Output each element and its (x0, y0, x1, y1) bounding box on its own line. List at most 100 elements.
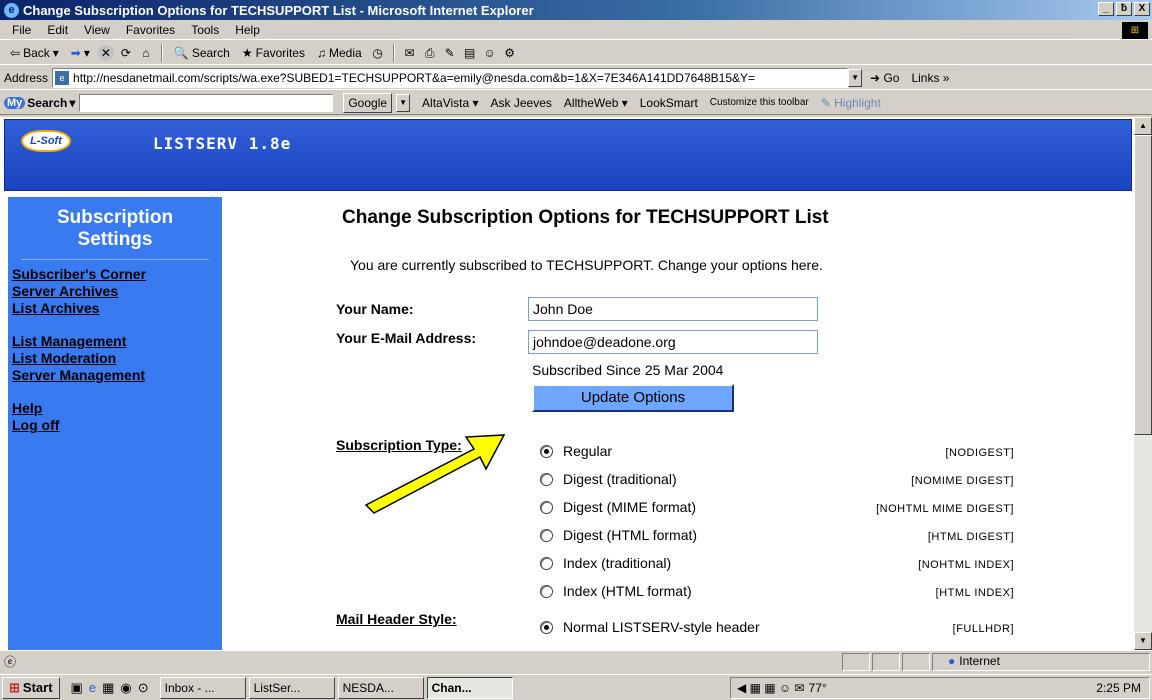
code-index-html: [HTML INDEX] (935, 587, 1014, 599)
sidebar-link-logoff[interactable]: Log off (12, 417, 222, 434)
task-inbox[interactable]: Inbox - ... (159, 676, 246, 699)
altavista-link[interactable]: AltaVista ▾ (422, 96, 479, 110)
subscribed-since: Subscribed Since 25 Mar 2004 (532, 362, 724, 378)
radio-regular[interactable] (540, 444, 553, 458)
looksmart-link[interactable]: LookSmart (640, 96, 698, 110)
sidebar-link-server-management[interactable]: Server Management (12, 367, 222, 384)
radio-digest-traditional[interactable] (540, 472, 553, 486)
history-icon[interactable]: ◷ (370, 45, 386, 61)
print-icon[interactable]: ⎙ (422, 45, 438, 61)
product-name: LISTSERV 1.8e (153, 134, 292, 153)
task-listserv[interactable]: ListSer... (248, 676, 335, 699)
menu-file[interactable]: File (4, 23, 39, 37)
radio-index-traditional[interactable] (540, 556, 553, 570)
google-dropdown[interactable]: ▼ (396, 93, 411, 112)
my-search-button[interactable]: My Search ▾ (4, 96, 75, 110)
back-button[interactable]: ⇦ Back ▾ (6, 46, 63, 60)
favorites-icon: ★ (241, 45, 253, 60)
vertical-scrollbar[interactable]: ▲ ▼ (1134, 117, 1152, 650)
code-digest-traditional: [NOMIME DIGEST] (911, 475, 1014, 487)
radio-digest-mime[interactable] (540, 500, 553, 514)
search-toolbar-input[interactable] (79, 93, 334, 112)
player-icon[interactable]: ⊙ (138, 680, 149, 696)
window-title: Change Subscription Options for TECHSUPP… (23, 2, 534, 18)
go-button[interactable]: ➜ Go (870, 71, 899, 85)
lsoft-logo[interactable]: L-Soft (21, 130, 71, 152)
customize-toolbar-button[interactable]: Customize this toolbar (710, 97, 809, 108)
google-button[interactable]: Google (343, 92, 393, 113)
favorites-button[interactable]: ★ Favorites (238, 46, 309, 60)
start-button[interactable]: ⊞ Start (2, 676, 60, 699)
outlook-icon[interactable]: ▦ (102, 680, 114, 696)
menu-favorites[interactable]: Favorites (118, 23, 183, 37)
stop-icon[interactable]: ✕ (97, 44, 114, 61)
ie-launch-icon[interactable]: e (89, 680, 96, 696)
mail-header-style-label: Mail Header Style: (336, 611, 457, 627)
messenger-icon[interactable]: ☺ (482, 45, 498, 61)
sidebar-link-list-management[interactable]: List Management (12, 333, 222, 350)
menu-bar: File Edit View Favorites Tools Help (0, 20, 1152, 40)
page-icon: e (55, 70, 70, 85)
sidebar-link-subscribers-corner[interactable]: Subscriber's Corner (12, 266, 222, 283)
option-digest-html[interactable]: Digest (HTML format) (540, 527, 697, 543)
search-icon: 🔍 (173, 45, 189, 60)
scroll-thumb[interactable] (1134, 135, 1152, 435)
radio-index-html[interactable] (540, 584, 553, 598)
code-index-traditional: [NOHTML INDEX] (918, 559, 1014, 571)
page-status-icon: ⓔ (4, 655, 17, 669)
option-index-html[interactable]: Index (HTML format) (540, 583, 692, 599)
address-input[interactable]: e http://nesdanetmail.com/scripts/wa.exe… (52, 67, 849, 88)
sidebar-link-server-archives[interactable]: Server Archives (12, 283, 222, 300)
option-digest-traditional[interactable]: Digest (traditional) (540, 471, 677, 487)
page-title: Change Subscription Options for TECHSUPP… (342, 207, 829, 228)
media-launch-icon[interactable]: ◉ (120, 680, 131, 696)
radio-full-header[interactable] (540, 620, 553, 634)
sidebar: Subscription Settings Subscriber's Corne… (8, 197, 222, 650)
desktop-icon[interactable]: ▣ (71, 680, 83, 696)
alltheweb-link[interactable]: AlltheWeb ▾ (564, 96, 628, 110)
menu-tools[interactable]: Tools (183, 23, 227, 37)
edit-icon[interactable]: ✎ (442, 45, 458, 61)
update-options-button[interactable]: Update Options (532, 384, 734, 412)
intro-text: You are currently subscribed to TECHSUPP… (350, 257, 823, 273)
menu-view[interactable]: View (76, 23, 118, 37)
maximize-button[interactable]: ƀ (1116, 2, 1132, 16)
windows-logo-icon: ⊞ (1122, 22, 1148, 39)
code-digest-mime: [NOHTML MIME DIGEST] (876, 503, 1014, 515)
forward-button[interactable]: ➡ ▾ (67, 46, 94, 60)
media-button[interactable]: ♫ Media (313, 46, 366, 60)
menu-help[interactable]: Help (227, 23, 268, 37)
tray-icons[interactable]: ◀ ▦ ▦ ☺ ✉ (737, 681, 805, 695)
scroll-down-button[interactable]: ▼ (1134, 632, 1152, 650)
refresh-icon[interactable]: ⟳ (118, 45, 134, 61)
minimize-button[interactable]: _ (1098, 2, 1114, 16)
option-full-header[interactable]: Normal LISTSERV-style header (540, 619, 760, 635)
pointer-arrow (364, 434, 506, 514)
email-field[interactable]: johndoe@deadone.org (528, 330, 818, 354)
listserv-banner: L-Soft LISTSERV 1.8e (0, 117, 1134, 193)
discuss-icon[interactable]: ▤ (462, 45, 478, 61)
mail-icon[interactable]: ✉ (402, 45, 418, 61)
search-button[interactable]: 🔍 Search (170, 46, 234, 60)
home-icon[interactable]: ⌂ (138, 45, 154, 61)
task-nesda[interactable]: NESDA... (337, 676, 424, 699)
radio-digest-html[interactable] (540, 528, 553, 542)
menu-edit[interactable]: Edit (39, 23, 76, 37)
sidebar-link-list-archives[interactable]: List Archives (12, 300, 222, 317)
sidebar-title: Subscription Settings (56, 207, 174, 250)
highlight-button[interactable]: ✎ Highlight (821, 96, 881, 110)
option-index-traditional[interactable]: Index (traditional) (540, 555, 671, 571)
option-regular[interactable]: Regular (540, 443, 612, 459)
sidebar-link-help[interactable]: Help (12, 400, 222, 417)
research-icon[interactable]: ⚙ (502, 45, 518, 61)
links-button[interactable]: Links » (911, 71, 949, 85)
scroll-up-button[interactable]: ▲ (1134, 117, 1152, 135)
name-field[interactable]: John Doe (528, 297, 818, 321)
task-change-subscription[interactable]: Chan... (426, 676, 513, 699)
address-dropdown-button[interactable]: ▼ (848, 68, 863, 87)
search-toolbar: My Search ▾ Google ▼ AltaVista ▾ Ask Jeev… (0, 91, 1152, 115)
sidebar-link-list-moderation[interactable]: List Moderation (12, 350, 222, 367)
option-digest-mime[interactable]: Digest (MIME format) (540, 499, 696, 515)
close-button[interactable]: X (1134, 2, 1150, 16)
askjeeves-link[interactable]: Ask Jeeves (491, 96, 552, 110)
